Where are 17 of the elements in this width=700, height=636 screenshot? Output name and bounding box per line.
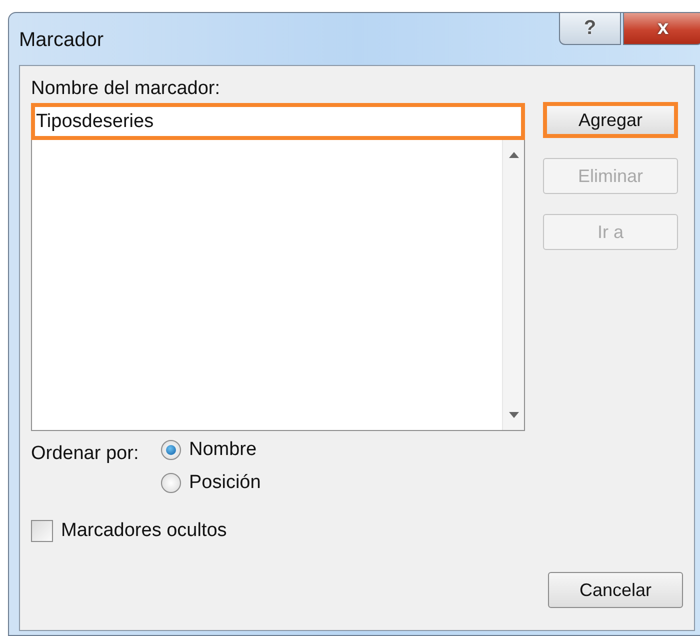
help-button[interactable]: ? xyxy=(559,13,621,45)
scroll-up-icon[interactable] xyxy=(508,152,518,158)
radio-button[interactable] xyxy=(161,473,181,493)
radio-button[interactable] xyxy=(161,440,181,460)
radio-label[interactable]: Posición xyxy=(189,472,261,494)
scroll-down-icon[interactable] xyxy=(508,412,518,418)
radio-label[interactable]: Nombre xyxy=(189,439,257,461)
checkbox-label[interactable]: Marcadores ocultos xyxy=(61,520,227,542)
sort-label: Ordenar por: xyxy=(31,443,140,466)
window-title: Marcador xyxy=(19,29,104,52)
field-label: Nombre del marcador: xyxy=(31,78,222,100)
bookmark-name-field[interactable]: Tiposdeseries xyxy=(31,103,525,140)
scrollbar[interactable] xyxy=(502,140,524,430)
dialog-button[interactable]: Agregar xyxy=(543,102,678,138)
close-button[interactable]: x xyxy=(623,13,700,45)
cancel-button[interactable]: Cancelar xyxy=(548,572,683,608)
checkbox[interactable] xyxy=(31,520,53,542)
